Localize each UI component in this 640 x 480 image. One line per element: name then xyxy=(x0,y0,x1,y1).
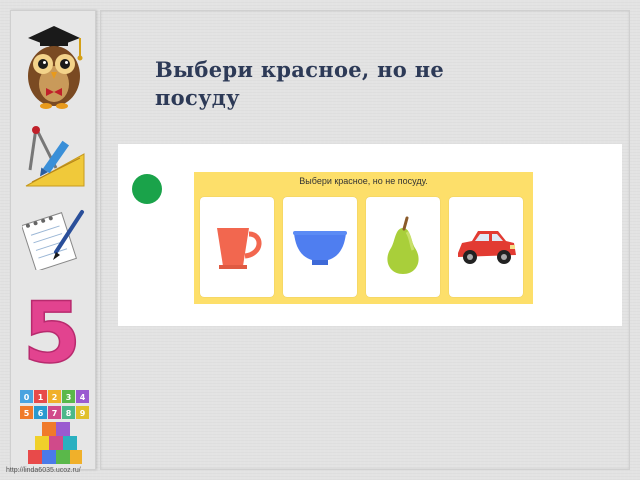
svg-text:7: 7 xyxy=(52,409,58,418)
car-icon xyxy=(458,231,516,264)
owl-graduate-icon xyxy=(28,26,83,109)
slide-title: Выбери красное, но не посуду xyxy=(155,57,445,110)
task-caption: Выбери красное, но не посуду. xyxy=(299,176,428,186)
svg-text:8: 8 xyxy=(66,409,72,418)
task-box: Выбери красное, но не посуду. xyxy=(194,172,533,304)
number-five-icon: 5 xyxy=(24,290,80,372)
card-bowl[interactable] xyxy=(283,197,357,297)
digit-blocks-icon: 0 1 2 3 4 5 6 7 8 9 xyxy=(20,390,89,419)
svg-text:6: 6 xyxy=(38,409,44,418)
card-pear[interactable] xyxy=(366,197,440,297)
svg-text:5: 5 xyxy=(24,409,30,418)
cup-icon xyxy=(217,228,262,269)
toy-cubes-icon xyxy=(28,422,82,464)
bowl-icon xyxy=(293,231,347,265)
notebook-pen-icon xyxy=(22,210,84,270)
svg-text:3: 3 xyxy=(66,393,72,402)
footer-url: http://linda6035.ucoz.ru/ xyxy=(6,467,81,474)
green-dot xyxy=(132,174,162,204)
number-five-text: 5 xyxy=(24,290,80,372)
pear-icon xyxy=(387,216,419,274)
drawing-tools-icon xyxy=(25,126,85,187)
svg-text:9: 9 xyxy=(80,409,86,418)
svg-text:4: 4 xyxy=(80,393,86,402)
svg-text:2: 2 xyxy=(52,393,58,402)
card-cup[interactable] xyxy=(200,197,274,297)
svg-text:0: 0 xyxy=(24,393,30,402)
svg-text:1: 1 xyxy=(38,393,44,402)
card-car[interactable] xyxy=(449,197,523,297)
